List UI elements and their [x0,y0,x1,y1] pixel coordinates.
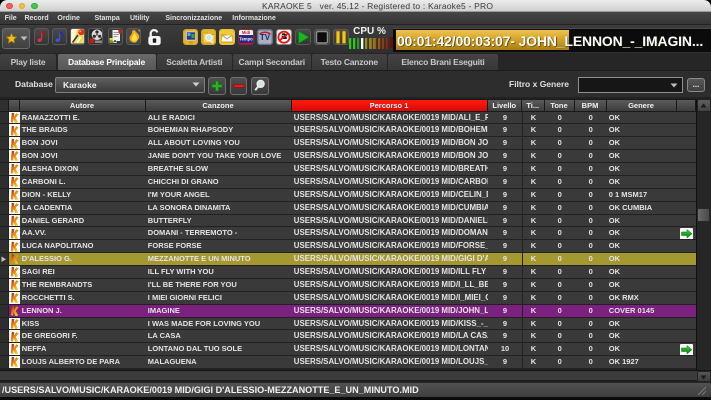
svg-text:TV: TV [260,33,271,42]
svg-text:Tempo: Tempo [239,36,253,41]
svg-text:Midi: Midi [242,30,250,35]
